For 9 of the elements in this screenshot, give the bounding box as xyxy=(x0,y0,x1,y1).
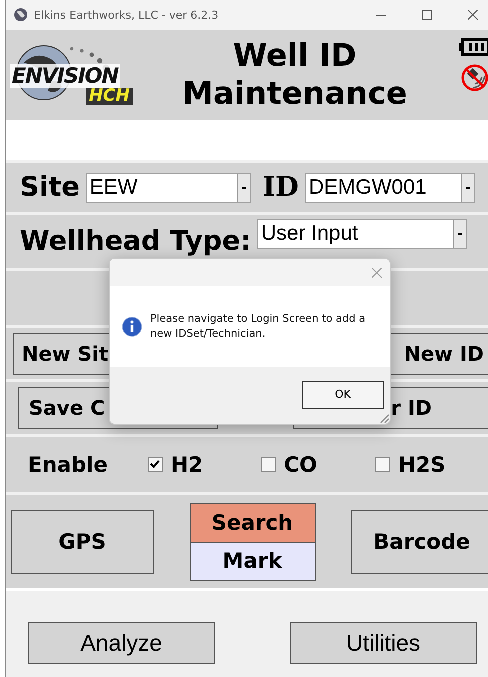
logo-subtext: HCH xyxy=(86,88,133,104)
enable-label: Enable xyxy=(28,452,108,476)
window-title: Elkins Earthworks, LLC - ver 6.2.3 xyxy=(34,8,220,22)
site-label: Site xyxy=(20,172,80,203)
id-label: ID xyxy=(262,172,299,203)
wellhead-type-label: Wellhead Type: xyxy=(20,226,252,257)
screen-title: Well ID Maintenance xyxy=(182,37,408,113)
dialog-message: Please navigate to Login Screen to add a new IDSet/Technician. xyxy=(150,312,367,342)
logo-text: ENVISION xyxy=(10,64,120,88)
